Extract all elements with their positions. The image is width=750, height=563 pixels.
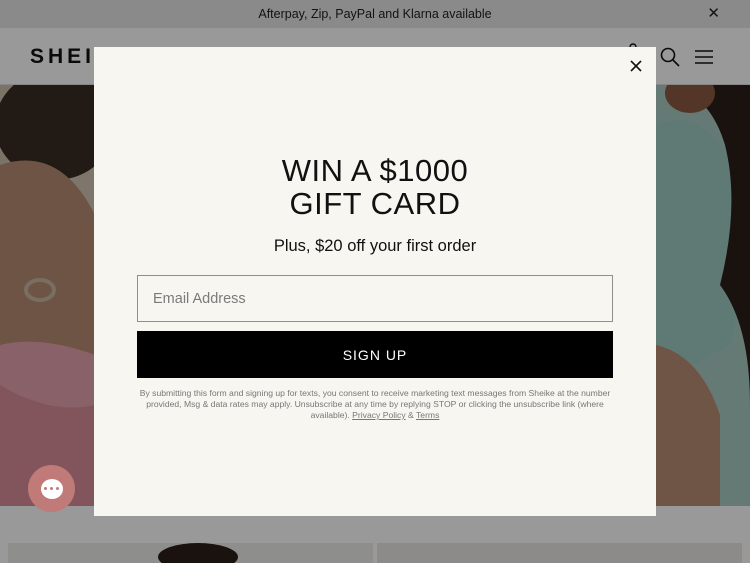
legal-disclaimer: By submitting this form and signing up f… xyxy=(137,388,613,421)
modal-subheadline: Plus, $20 off your first order xyxy=(273,237,477,255)
link-joiner: & xyxy=(408,410,414,420)
headline-line-2: GIFT CARD xyxy=(289,186,461,221)
terms-link[interactable]: Terms xyxy=(416,410,439,420)
privacy-policy-link[interactable]: Privacy Policy xyxy=(352,410,405,420)
close-icon[interactable] xyxy=(628,58,644,74)
signup-modal: WIN A $1000 GIFT CARD Plus, $20 off your… xyxy=(94,47,656,516)
chat-button[interactable] xyxy=(28,465,75,512)
modal-headline: WIN A $1000 GIFT CARD xyxy=(94,154,656,220)
email-field[interactable] xyxy=(137,275,613,322)
headline-line-1: WIN A $1000 xyxy=(281,153,469,188)
signup-button[interactable]: SIGN UP xyxy=(137,331,613,378)
chat-icon xyxy=(40,478,63,499)
